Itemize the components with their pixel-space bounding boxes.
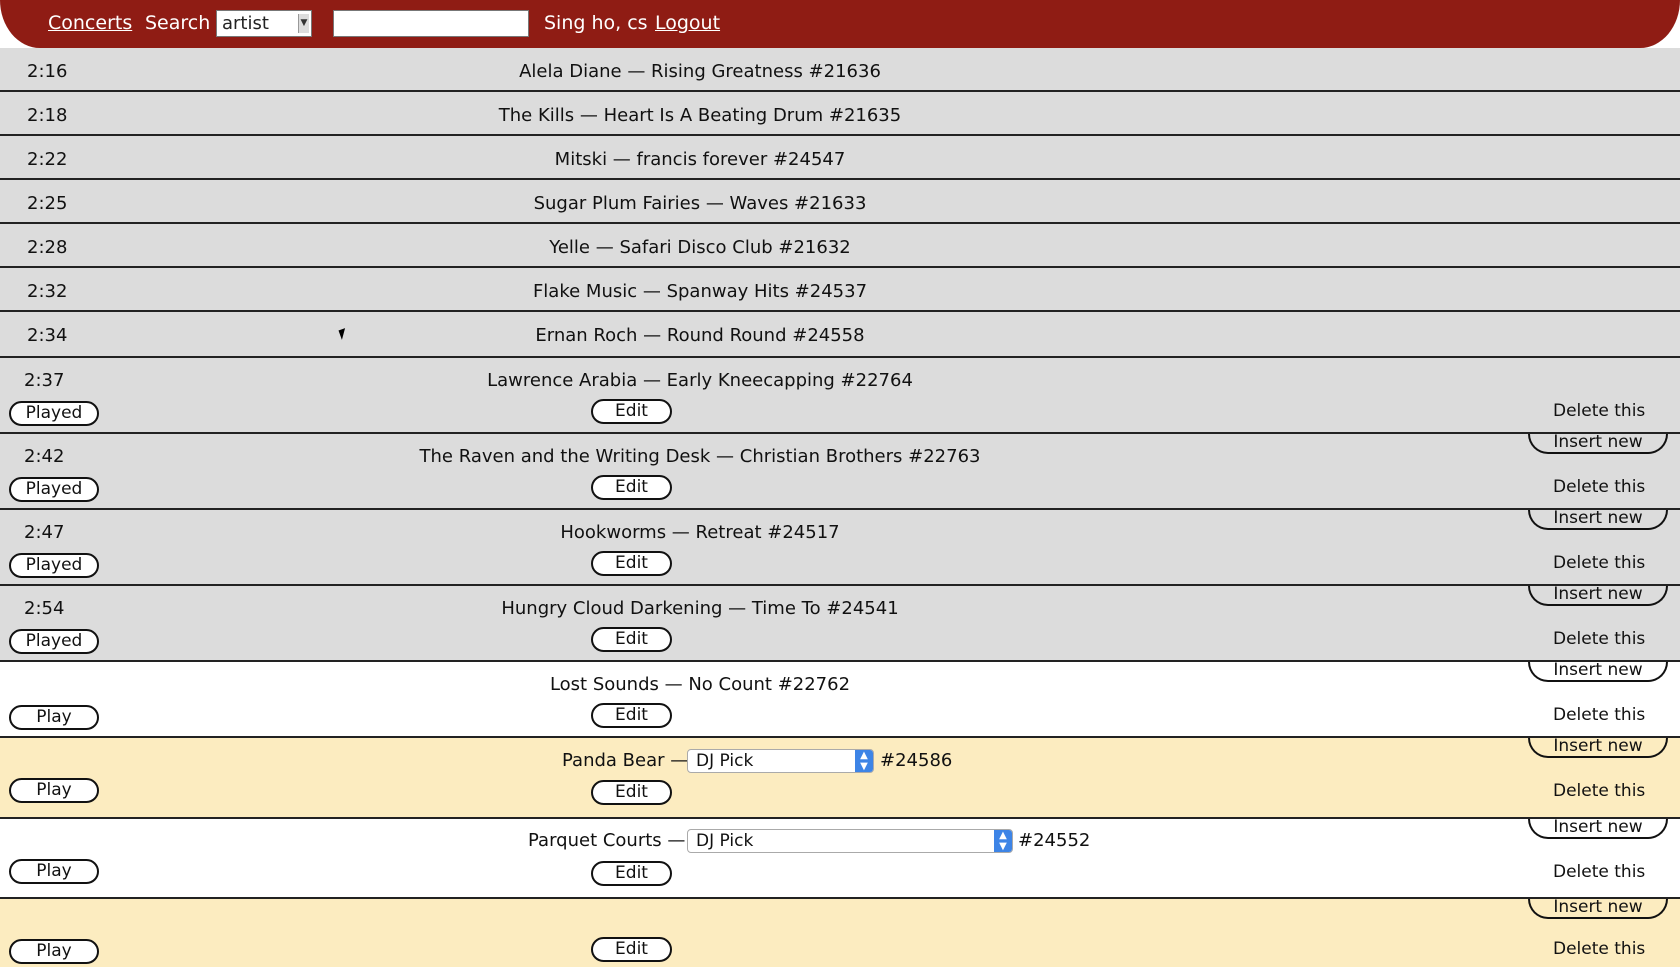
song-title: The Kills — Heart Is A Beating Drum #216… bbox=[498, 105, 902, 126]
play-button[interactable]: Play bbox=[9, 859, 99, 884]
edit-button[interactable]: Edit bbox=[591, 861, 672, 886]
song-title: Lawrence Arabia — Early Kneecapping #227… bbox=[487, 370, 913, 391]
insert-button[interactable]: Insert new bbox=[1528, 434, 1668, 454]
edit-button[interactable]: Edit bbox=[591, 399, 672, 424]
search-input[interactable] bbox=[333, 10, 529, 37]
delete-button[interactable]: Delete this bbox=[1553, 781, 1645, 801]
song-title: Mitski — francis forever #24547 bbox=[554, 149, 846, 170]
song-title: Hookworms — Retreat #24517 bbox=[560, 522, 840, 543]
playlist-row: Parquet Courts — DJ Pick ▲ ▼ #24552 Play … bbox=[0, 819, 1680, 899]
insert-button[interactable]: Insert new bbox=[1528, 662, 1668, 682]
playlist-row: 2:47 Hookworms — Retreat #24517 Played E… bbox=[0, 510, 1680, 586]
delete-button[interactable]: Delete this bbox=[1553, 553, 1645, 573]
insert-button[interactable]: Insert new bbox=[1528, 586, 1668, 606]
select-arrows-icon: ▲ ▼ bbox=[994, 830, 1012, 852]
delete-button[interactable]: Delete this bbox=[1553, 401, 1645, 421]
edit-button[interactable]: Edit bbox=[591, 780, 672, 805]
song-id: #24586 bbox=[880, 750, 953, 771]
insert-button[interactable]: Insert new bbox=[1528, 819, 1668, 839]
played-button[interactable]: Played bbox=[9, 553, 99, 578]
playlist-row: 2:42 The Raven and the Writing Desk — Ch… bbox=[0, 434, 1680, 510]
play-button[interactable]: Play bbox=[9, 705, 99, 730]
playlist-row: 2:16 Alela Diane — Rising Greatness #216… bbox=[0, 48, 1680, 92]
playlist-row: Lost Sounds — No Count #22762 Play Edit … bbox=[0, 662, 1680, 738]
song-title: Alela Diane — Rising Greatness #21636 bbox=[519, 61, 881, 82]
song-title: Lost Sounds — No Count #22762 bbox=[549, 674, 851, 695]
play-button[interactable]: Play bbox=[9, 778, 99, 803]
pick-select-value: DJ Pick bbox=[696, 831, 754, 851]
played-button[interactable]: Played bbox=[9, 477, 99, 502]
playlist-row: Panda Bear — DJ Pick ▲ ▼ #24586 Play Edit… bbox=[0, 738, 1680, 819]
edit-button[interactable]: Edit bbox=[591, 627, 672, 652]
song-title: Yelle — Safari Disco Club #21632 bbox=[549, 237, 851, 258]
pick-select[interactable]: DJ Pick ▲ ▼ bbox=[687, 829, 1013, 853]
playlist-row: 2:54 Hungry Cloud Darkening — Time To #2… bbox=[0, 586, 1680, 662]
song-title: Ernan Roch — Round Round #24558 bbox=[535, 325, 865, 346]
logout-link[interactable]: Logout bbox=[655, 12, 720, 34]
playlist-row: 2:25 Sugar Plum Fairies — Waves #21633 bbox=[0, 180, 1680, 224]
select-arrows-icon: ▲ ▼ bbox=[855, 750, 873, 772]
concerts-link[interactable]: Concerts bbox=[48, 12, 132, 34]
delete-button[interactable]: Delete this bbox=[1553, 705, 1645, 725]
delete-button[interactable]: Delete this bbox=[1553, 939, 1645, 959]
insert-button[interactable]: Insert new bbox=[1528, 510, 1668, 530]
pick-select-value: DJ Pick bbox=[696, 751, 754, 771]
song-title: The Raven and the Writing Desk — Christi… bbox=[419, 446, 981, 467]
delete-button[interactable]: Delete this bbox=[1553, 862, 1645, 882]
played-button[interactable]: Played bbox=[9, 401, 99, 426]
playlist-row: Play Edit Delete this bbox=[0, 899, 1680, 967]
insert-button[interactable]: Insert new bbox=[1528, 899, 1668, 919]
user-name: Sing ho, cs bbox=[544, 12, 648, 34]
search-type-value: artist bbox=[222, 13, 269, 34]
playlist-row: 2:18 The Kills — Heart Is A Beating Drum… bbox=[0, 92, 1680, 136]
edit-button[interactable]: Edit bbox=[591, 475, 672, 500]
song-title: Sugar Plum Fairies — Waves #21633 bbox=[533, 193, 867, 214]
playlist-row: 2:32 Flake Music — Spanway Hits #24537 bbox=[0, 268, 1680, 312]
delete-button[interactable]: Delete this bbox=[1553, 477, 1645, 497]
top-nav-bar: Concerts Search artist ▼ Sing ho, cs Log… bbox=[0, 0, 1680, 48]
play-button[interactable]: Play bbox=[9, 939, 99, 964]
playlist-row: 2:37 Lawrence Arabia — Early Kneecapping… bbox=[0, 358, 1680, 434]
edit-button[interactable]: Edit bbox=[591, 703, 672, 728]
artist-name: Parquet Courts — bbox=[528, 830, 686, 851]
playlist-row: 2:22 Mitski — francis forever #24547 bbox=[0, 136, 1680, 180]
song-title: Hungry Cloud Darkening — Time To #24541 bbox=[501, 598, 899, 619]
edit-button[interactable]: Edit bbox=[591, 551, 672, 576]
playlist-row: 2:28 Yelle — Safari Disco Club #21632 bbox=[0, 224, 1680, 268]
artist-name: Panda Bear — bbox=[562, 750, 689, 771]
insert-button[interactable]: Insert new bbox=[1528, 738, 1668, 758]
song-id: #24552 bbox=[1018, 830, 1091, 851]
dropdown-arrow-icon: ▼ bbox=[298, 14, 309, 33]
search-type-select[interactable]: artist ▼ bbox=[216, 10, 312, 37]
search-label: Search bbox=[145, 12, 211, 34]
delete-button[interactable]: Delete this bbox=[1553, 629, 1645, 649]
song-title: Flake Music — Spanway Hits #24537 bbox=[532, 281, 868, 302]
edit-button[interactable]: Edit bbox=[591, 937, 672, 962]
played-button[interactable]: Played bbox=[9, 629, 99, 654]
pick-select[interactable]: DJ Pick ▲ ▼ bbox=[687, 749, 874, 773]
playlist-row: 2:34 Ernan Roch — Round Round #24558 bbox=[0, 312, 1680, 358]
